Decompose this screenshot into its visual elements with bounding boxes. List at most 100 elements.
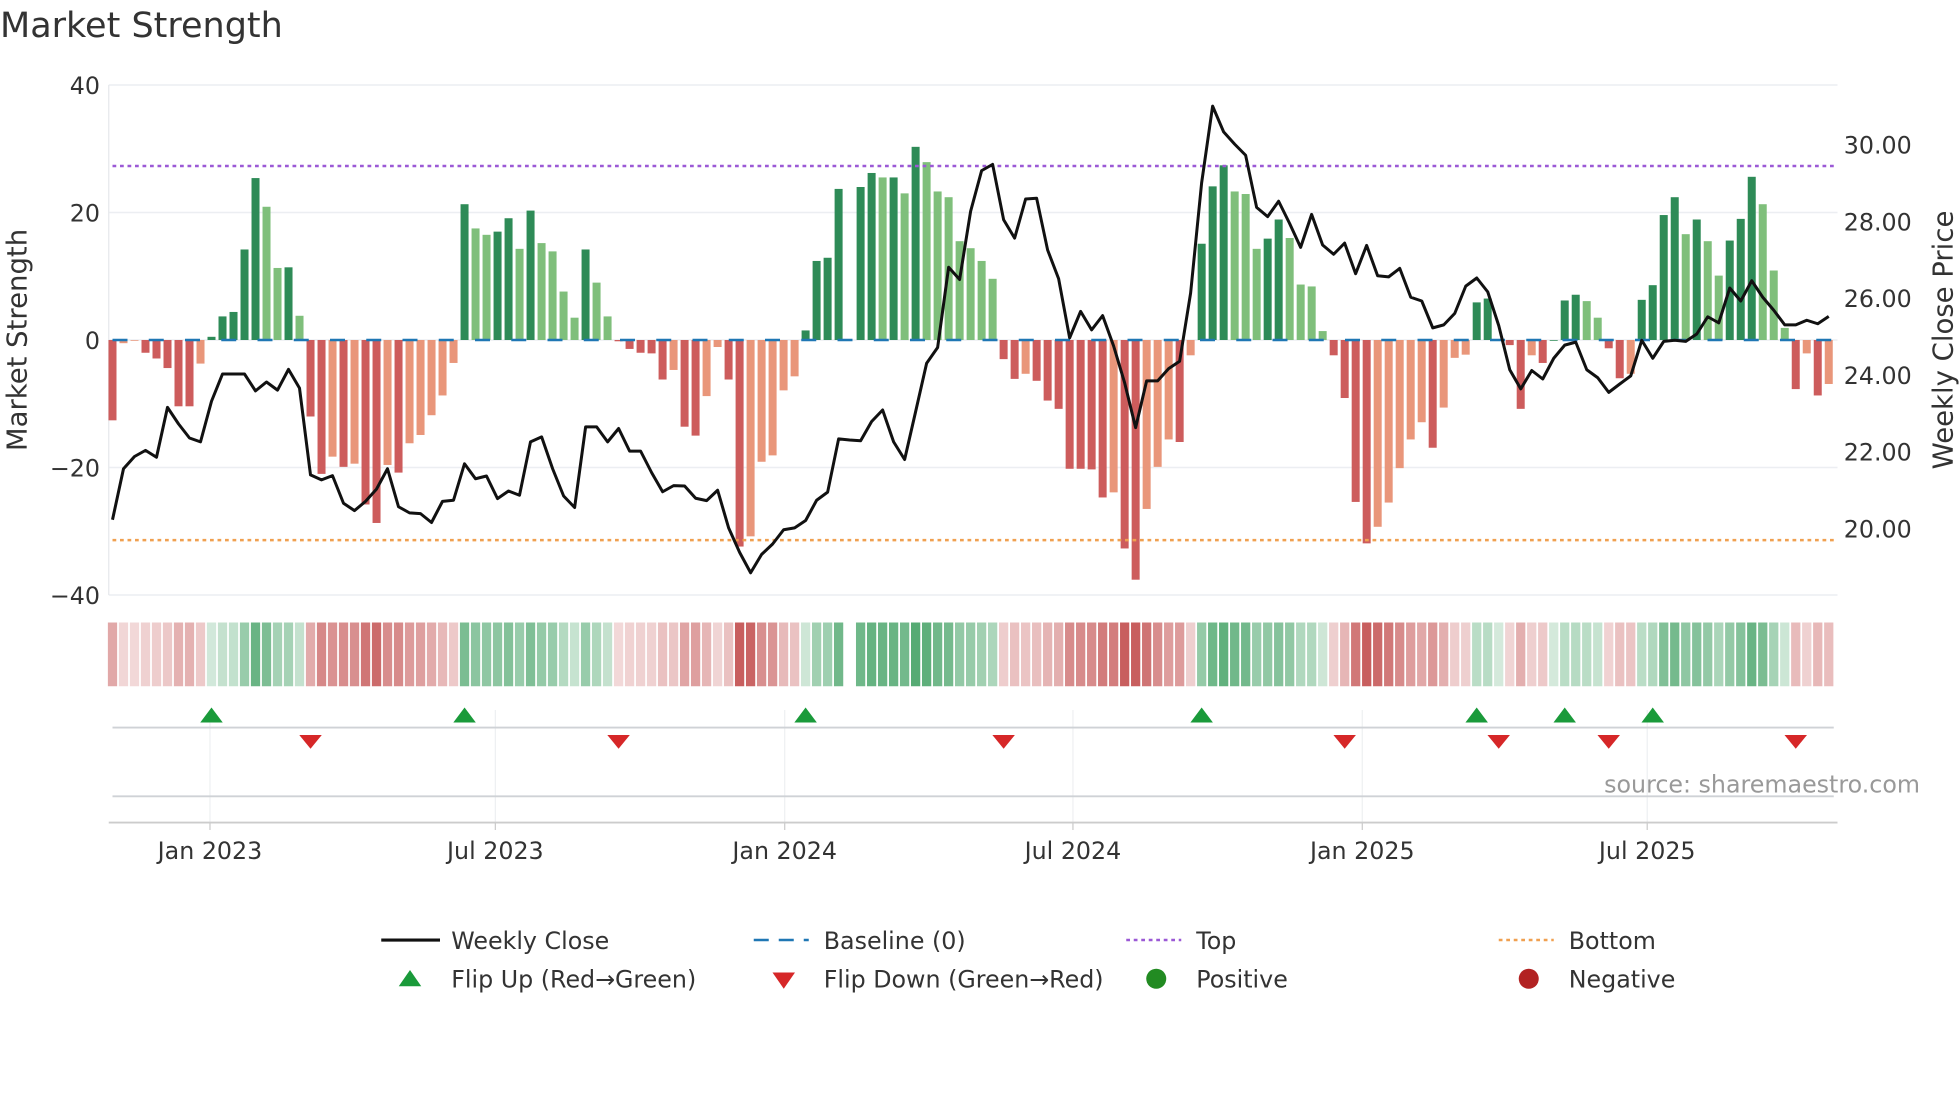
y-tick-label: −40 xyxy=(50,582,100,610)
strength-bar xyxy=(1087,340,1096,470)
strength-bar xyxy=(229,311,238,340)
strip-cell xyxy=(1527,622,1537,687)
strength-bar xyxy=(559,291,568,340)
strength-bar xyxy=(1670,197,1679,340)
strip-cell xyxy=(712,622,723,687)
strip-cell xyxy=(624,622,635,687)
strength-bar xyxy=(669,340,678,370)
strength-bar xyxy=(999,340,1008,360)
strength-bar xyxy=(724,340,733,380)
strength-bar xyxy=(713,340,722,348)
strip-cell xyxy=(701,622,712,687)
strip-cell xyxy=(393,622,404,687)
strength-bar xyxy=(1153,340,1162,467)
strength-bar xyxy=(1032,340,1041,381)
legend-top[interactable]: Top xyxy=(1195,927,1236,955)
strength-bar xyxy=(1131,340,1140,580)
strip-cell xyxy=(1043,622,1053,687)
flip-down-marker xyxy=(1597,735,1620,749)
strength-bar xyxy=(1021,340,1030,374)
strength-bar xyxy=(416,340,425,435)
strip-cell xyxy=(767,622,778,687)
legend-weekly-close[interactable]: Weekly Close xyxy=(451,927,609,955)
strip-cell xyxy=(162,622,173,687)
y-tick-label: 20 xyxy=(70,199,100,227)
legend-positive[interactable]: Positive xyxy=(1196,966,1288,994)
strip-cell xyxy=(382,622,393,687)
strip-cell xyxy=(888,622,899,687)
y2-axis-label: Weekly Close Price xyxy=(1928,211,1960,470)
axis-ticks: 40 20 0 −20 −40 30.00 28.00 26.00 24.00 22.00 20.0… xyxy=(50,72,1912,865)
strength-bar xyxy=(537,243,546,340)
legend-negative[interactable]: Negative xyxy=(1569,966,1676,994)
strip-cell xyxy=(1725,622,1735,687)
strip-cell xyxy=(1054,622,1064,687)
strip-cell xyxy=(1131,622,1141,687)
strip-cell xyxy=(1472,622,1482,687)
strength-bar xyxy=(339,340,348,467)
strip-cell xyxy=(470,622,481,687)
strip-cell xyxy=(1219,622,1229,687)
strength-bar xyxy=(1098,340,1107,498)
strip-cell xyxy=(206,622,217,687)
strip-cell xyxy=(459,622,470,687)
legend-flip-up[interactable]: Flip Up (Red→Green) xyxy=(451,966,696,994)
strip-cell xyxy=(877,622,888,687)
strip-cell xyxy=(690,622,701,687)
strength-bar xyxy=(1197,243,1206,340)
strength-bar xyxy=(647,340,656,354)
strip-cell xyxy=(558,622,569,687)
strength-bar xyxy=(900,193,909,340)
legend-baseline[interactable]: Baseline (0) xyxy=(824,927,966,955)
strip-cell xyxy=(140,622,151,687)
legend-bottom[interactable]: Bottom xyxy=(1569,927,1656,955)
strength-bar xyxy=(1109,340,1118,493)
strip-cell xyxy=(1813,622,1823,687)
strip-cell xyxy=(1703,622,1713,687)
strip-cell xyxy=(195,622,206,687)
strip-cell xyxy=(1824,622,1834,687)
strength-bar xyxy=(383,340,392,465)
strip-cell xyxy=(448,622,459,687)
strip-cell xyxy=(272,622,283,687)
strip-cell xyxy=(1230,622,1240,687)
strip-cell xyxy=(1164,622,1174,687)
strip-cell xyxy=(184,622,195,687)
strip-cell xyxy=(228,622,239,687)
strip-cell xyxy=(151,622,162,687)
strip-cell xyxy=(591,622,602,687)
strip-cell xyxy=(778,622,789,687)
strength-bar xyxy=(1142,340,1151,509)
strength-bar xyxy=(284,267,293,340)
strip-cell xyxy=(1021,622,1031,687)
strength-bar xyxy=(1230,191,1239,340)
y-tick-label: 0 xyxy=(85,327,100,355)
flip-down-marker xyxy=(607,735,630,749)
strip-cell xyxy=(305,622,316,687)
strength-bar xyxy=(1615,340,1624,379)
strip-cell xyxy=(977,622,987,687)
strength-bar xyxy=(1560,300,1569,340)
flip-down-marker xyxy=(1784,735,1807,749)
strip-cell xyxy=(1670,622,1680,687)
strength-bar xyxy=(1516,340,1525,409)
strip-cell xyxy=(1274,622,1284,687)
strip-cell xyxy=(514,622,525,687)
strength-bar xyxy=(1076,340,1085,469)
legend-flip-down[interactable]: Flip Down (Green→Red) xyxy=(824,966,1104,994)
strength-bar xyxy=(746,340,755,537)
strip-cell xyxy=(966,622,976,687)
strength-bar xyxy=(548,251,557,340)
strength-bar xyxy=(1065,340,1074,469)
strength-bar xyxy=(185,340,194,407)
strength-bar xyxy=(988,278,997,340)
strength-bar xyxy=(1582,301,1591,340)
strip-cell xyxy=(668,622,679,687)
strip-cell xyxy=(1538,622,1548,687)
strength-bar xyxy=(1285,238,1294,340)
strength-bar xyxy=(1648,285,1657,340)
strip-cell xyxy=(569,622,580,687)
strength-bar xyxy=(1681,234,1690,340)
strip-cell xyxy=(349,622,360,687)
strength-bar xyxy=(801,330,810,340)
